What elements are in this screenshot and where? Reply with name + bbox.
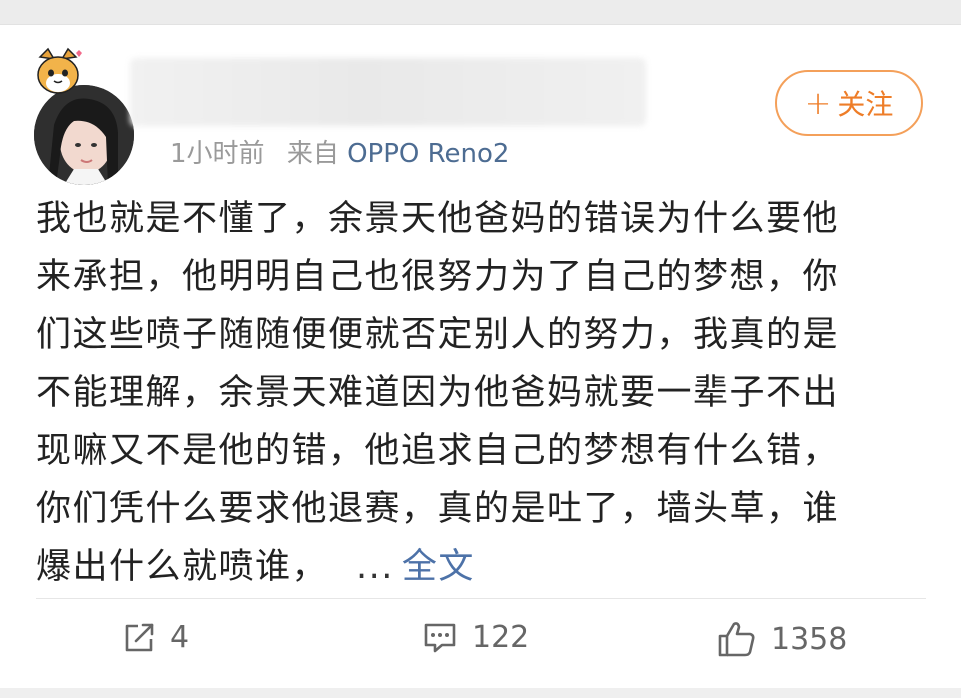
comment-button[interactable]: 122 bbox=[422, 620, 529, 655]
post-text-line: 我也就是不懂了，余景天他爸妈的错误为什么要他 bbox=[36, 199, 840, 239]
post-text-line: 你们凭什么要求他退赛，真的是吐了，墙头草，谁 bbox=[36, 489, 840, 529]
post-text-line: 不能理解，余景天难道因为他爸妈就要一辈子不出 bbox=[36, 373, 840, 413]
post-text-line: 爆出什么就喷谁， bbox=[36, 547, 329, 587]
bottom-separator bbox=[0, 688, 961, 698]
weibo-post-card: 1小时前 来自 OPPO Reno2 + 关注 我也就是不懂了，余景天他爸妈的错… bbox=[0, 25, 961, 688]
cat-badge-icon bbox=[30, 47, 86, 99]
repost-count: 4 bbox=[170, 620, 190, 655]
top-separator bbox=[0, 0, 961, 25]
follow-label: 关注 bbox=[837, 88, 894, 121]
username-blurred[interactable] bbox=[130, 58, 646, 126]
avatar[interactable] bbox=[34, 85, 134, 185]
source-prefix: 来自 bbox=[286, 139, 339, 169]
source-device-link[interactable]: OPPO Reno2 bbox=[347, 139, 509, 169]
like-button[interactable]: 1358 bbox=[717, 620, 847, 658]
comment-count: 122 bbox=[472, 620, 530, 655]
full-text-link[interactable]: 全文 bbox=[402, 547, 475, 587]
ellipsis: ... bbox=[356, 547, 394, 587]
post-time: 1小时前 bbox=[170, 139, 265, 169]
comment-icon bbox=[424, 623, 456, 652]
post-meta: 1小时前 来自 OPPO Reno2 bbox=[170, 133, 509, 170]
action-bar: 4 122 1358 bbox=[0, 610, 961, 670]
post-text-line: 来承担，他明明自己也很努力为了自己的梦想，你 bbox=[36, 257, 840, 297]
follow-button[interactable]: + 关注 bbox=[775, 70, 923, 136]
post-text-last-line: 爆出什么就喷谁，... 全文 bbox=[36, 538, 906, 596]
thumbs-up-icon bbox=[718, 622, 755, 657]
plus-icon: + bbox=[804, 84, 832, 122]
repost-button[interactable]: 4 bbox=[122, 620, 189, 655]
avatar-photo bbox=[34, 85, 134, 185]
repost-icon bbox=[125, 623, 154, 651]
like-count: 1358 bbox=[771, 621, 848, 657]
post-text-line: 们这些喷子随随便便就否定别人的努力，我真的是 bbox=[36, 315, 840, 355]
post-body: 我也就是不懂了，余景天他爸妈的错误为什么要他 来承担，他明明自己也很努力为了自己… bbox=[36, 190, 906, 596]
divider bbox=[36, 598, 926, 599]
user-avatar-group[interactable] bbox=[30, 47, 140, 185]
post-text-line: 现嘛又不是他的错，他追求自己的梦想有什么错， bbox=[36, 431, 840, 471]
